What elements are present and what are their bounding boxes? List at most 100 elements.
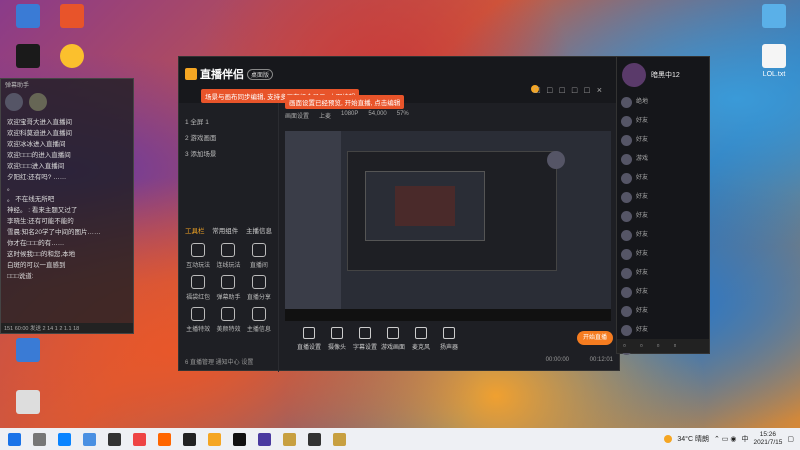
- scene-row[interactable]: 2 游戏画面: [179, 129, 278, 145]
- tool-button[interactable]: 互动玩法: [183, 243, 213, 269]
- tool-button[interactable]: 主播信息: [244, 307, 274, 333]
- friend-item[interactable]: 好友: [617, 302, 709, 321]
- lang-indicator[interactable]: 中: [741, 434, 748, 444]
- tool-button[interactable]: 直播间: [244, 243, 274, 269]
- user-avatar[interactable]: [622, 63, 646, 87]
- friend-item[interactable]: 绝地: [617, 93, 709, 112]
- scene-row[interactable]: 1 全屏 1: [179, 113, 278, 129]
- tool-icon: [191, 243, 206, 257]
- tool-button[interactable]: 弹幕助手: [213, 275, 243, 301]
- preview-header-item[interactable]: 上麦: [319, 111, 331, 120]
- clock[interactable]: 15:26 2021/7/15: [753, 431, 782, 447]
- app-logo: 直播伴侣 桌面版: [185, 66, 274, 82]
- friend-item[interactable]: 好友: [617, 226, 709, 245]
- lol-txt-icon[interactable]: LOL.txt: [752, 44, 796, 79]
- desktop-icon-2[interactable]: [50, 4, 94, 30]
- preview-header-item[interactable]: 画面设置: [285, 111, 309, 120]
- desktop-icon-left-1[interactable]: [6, 338, 50, 364]
- tool-button[interactable]: 主播特效: [183, 307, 213, 333]
- chat-message: 这时候我□□的和您,本地: [7, 251, 76, 258]
- avatar: [621, 230, 632, 241]
- tool-icon: [251, 307, 266, 321]
- office-icon[interactable]: [133, 432, 146, 446]
- panel-toolbar[interactable]: ▫▫▫▫: [617, 339, 709, 353]
- avatar: [621, 154, 632, 165]
- control-button[interactable]: 字幕设置: [351, 327, 379, 351]
- live-timer: 00:00:00: [545, 357, 569, 363]
- desktop-icon-folder[interactable]: [752, 4, 796, 30]
- notification-icon[interactable]: ▢: [787, 435, 794, 443]
- control-label: 游戏画面: [380, 345, 405, 351]
- control-button[interactable]: 游戏画面: [379, 327, 407, 351]
- friend-label: 游戏: [636, 156, 649, 162]
- desktop-icon-left-2[interactable]: [6, 390, 50, 416]
- folder-icon[interactable]: [83, 432, 96, 446]
- friend-item[interactable]: 好友: [617, 131, 709, 150]
- tool-button[interactable]: 连线玩法: [213, 243, 243, 269]
- friend-item[interactable]: 好友: [617, 321, 709, 340]
- start-icon[interactable]: [8, 432, 21, 446]
- chat-message: 欢迎冰冰进入直播间: [7, 141, 66, 148]
- desktop-icon-1[interactable]: [6, 4, 50, 30]
- friend-item[interactable]: 好友: [617, 169, 709, 188]
- desktop-icon-3[interactable]: [6, 44, 50, 70]
- friend-label: 好友: [636, 175, 649, 181]
- friend-item[interactable]: 游戏: [617, 150, 709, 169]
- control-button[interactable]: 麦克风: [407, 327, 435, 351]
- start-live-button[interactable]: 开始直播: [577, 331, 613, 345]
- mi-icon[interactable]: [158, 432, 171, 446]
- friend-item[interactable]: 好友: [617, 112, 709, 131]
- scene-row[interactable]: 3 添加场景: [179, 145, 278, 161]
- search-icon[interactable]: [33, 432, 46, 446]
- app-icon[interactable]: [233, 432, 246, 446]
- qq-icon[interactable]: [50, 44, 94, 70]
- control-button[interactable]: 摄像头: [323, 327, 351, 351]
- tool-button[interactable]: 直播分享: [244, 275, 274, 301]
- friend-item[interactable]: 好友: [617, 245, 709, 264]
- tray-icons[interactable]: ⌃ ▭ ◉: [714, 435, 736, 443]
- preview-header-item[interactable]: 57%: [397, 111, 409, 120]
- control-button[interactable]: 扬声器: [435, 327, 463, 351]
- store-icon[interactable]: [108, 432, 121, 446]
- tool-icon: [251, 243, 266, 257]
- preview-header-item[interactable]: 1080P: [341, 111, 358, 120]
- app-icon[interactable]: [258, 432, 271, 446]
- chat-message: 你才在□□□的有……: [7, 240, 65, 247]
- chat-header: 弹幕助手: [5, 83, 30, 89]
- friend-label: 好友: [636, 327, 649, 333]
- preview-header-item[interactable]: 54,000: [368, 111, 386, 120]
- chat-message: 欢迎□□□的进入直播间: [7, 152, 71, 159]
- tab-0[interactable]: 工具栏: [185, 225, 205, 235]
- friend-label: 好友: [636, 308, 649, 314]
- weather-icon: [664, 435, 673, 443]
- hint-tooltip-2: 画面设置已经预览, 开始直播, 点击编辑: [285, 95, 405, 109]
- username: 暗黑中12: [651, 72, 680, 79]
- tab-2[interactable]: 主播信息: [246, 225, 272, 235]
- weather-text[interactable]: 34°C 晴朗: [677, 434, 709, 444]
- app-icon[interactable]: [208, 432, 221, 446]
- preview-header: 画面设置 上麦 1080P 54,000 57%: [285, 111, 409, 120]
- edition-badge: 桌面版: [247, 68, 274, 80]
- tool-icon: [191, 275, 206, 289]
- window-controls[interactable]: □□□□□×: [535, 85, 609, 95]
- edge-icon[interactable]: [58, 432, 71, 446]
- friend-item[interactable]: 好友: [617, 283, 709, 302]
- chat-message: 。: [7, 185, 14, 192]
- friend-item[interactable]: 好友: [617, 264, 709, 283]
- tool-icon: [221, 275, 236, 289]
- control-button[interactable]: 直播设置: [295, 327, 323, 351]
- tool-button[interactable]: 福袋红包: [183, 275, 213, 301]
- control-label: 扬声器: [439, 345, 458, 351]
- control-label: 麦克风: [411, 345, 430, 351]
- friend-item[interactable]: 好友: [617, 207, 709, 226]
- tool-button[interactable]: 美颜特效: [213, 307, 243, 333]
- control-icon: [303, 327, 315, 339]
- preview-canvas[interactable]: [285, 131, 611, 321]
- tab-1[interactable]: 常用组件: [212, 225, 238, 235]
- app-icon[interactable]: [308, 432, 321, 446]
- app-icon[interactable]: [283, 432, 296, 446]
- avatar: [621, 97, 632, 108]
- friend-item[interactable]: 好友: [617, 188, 709, 207]
- app-icon[interactable]: [333, 432, 346, 446]
- app-icon[interactable]: [183, 432, 196, 446]
